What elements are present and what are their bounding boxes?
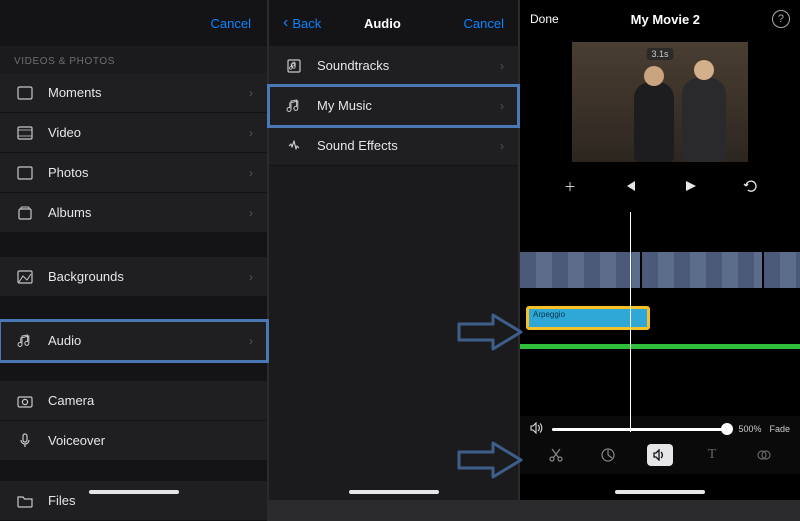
- video-preview[interactable]: 3.1s: [572, 42, 748, 162]
- chevron-right-icon: ›: [500, 99, 504, 113]
- speaker-icon: [530, 422, 544, 436]
- volume-slider[interactable]: [552, 428, 730, 431]
- backgrounds-icon: [14, 270, 36, 284]
- row-label: Backgrounds: [48, 269, 249, 284]
- playhead[interactable]: [630, 212, 631, 432]
- row-soundtracks[interactable]: Soundtracks ›: [269, 46, 518, 86]
- skip-back-button[interactable]: [616, 179, 644, 193]
- fade-button[interactable]: Fade: [769, 424, 790, 434]
- row-label: Moments: [48, 85, 249, 100]
- panel2-title: Audio: [301, 16, 463, 31]
- row-backgrounds[interactable]: Backgrounds ›: [0, 257, 267, 297]
- play-button[interactable]: [676, 179, 704, 193]
- row-label: Sound Effects: [317, 138, 500, 153]
- annotation-arrow-audio-clip: [455, 312, 525, 352]
- row-label: Photos: [48, 165, 249, 180]
- row-moments[interactable]: Moments ›: [0, 73, 267, 113]
- split-tool-icon[interactable]: [543, 444, 569, 466]
- cancel-button[interactable]: Cancel: [211, 16, 251, 31]
- microphone-icon: [14, 433, 36, 449]
- row-voiceover[interactable]: Voiceover: [0, 421, 267, 461]
- row-label: Video: [48, 125, 249, 140]
- video-track[interactable]: [520, 252, 800, 288]
- add-media-button[interactable]: ＋: [556, 178, 584, 195]
- photos-icon: [14, 166, 36, 180]
- background-audio-track[interactable]: [520, 344, 800, 349]
- video-clip[interactable]: [520, 252, 640, 288]
- moments-icon: [14, 86, 36, 100]
- row-photos[interactable]: Photos ›: [0, 153, 267, 193]
- home-indicator[interactable]: [89, 490, 179, 494]
- volume-value: 500%: [738, 424, 761, 434]
- row-label: Audio: [48, 333, 249, 348]
- video-clip[interactable]: [764, 252, 800, 288]
- chevron-right-icon: ›: [249, 126, 253, 140]
- row-label: Files: [48, 493, 253, 508]
- cancel-button[interactable]: Cancel: [464, 16, 504, 31]
- row-audio[interactable]: Audio ›: [0, 321, 267, 361]
- chevron-left-icon: ‹: [283, 14, 288, 32]
- row-albums[interactable]: Albums ›: [0, 193, 267, 233]
- row-label: Albums: [48, 205, 249, 220]
- row-label: Voiceover: [48, 433, 253, 448]
- filter-tool-icon[interactable]: [751, 444, 777, 466]
- section-header-videos-photos: Videos & Photos: [0, 46, 267, 73]
- media-picker-panel: Cancel Videos & Photos Moments › Video ›…: [0, 0, 269, 500]
- transport-bar: ＋: [520, 168, 800, 204]
- volume-tool-icon[interactable]: [647, 444, 673, 466]
- panel3-header: Done My Movie 2 ?: [520, 0, 800, 38]
- albums-icon: [14, 206, 36, 220]
- undo-button[interactable]: [736, 179, 764, 193]
- home-indicator[interactable]: [349, 490, 439, 494]
- chevron-right-icon: ›: [249, 166, 253, 180]
- row-video[interactable]: Video ›: [0, 113, 267, 153]
- video-clip[interactable]: [642, 252, 762, 288]
- chevron-right-icon: ›: [500, 59, 504, 73]
- chevron-right-icon: ›: [249, 270, 253, 284]
- audio-clip[interactable]: Arpeggio: [526, 306, 650, 330]
- audio-icon: [14, 333, 36, 349]
- row-label: Camera: [48, 393, 253, 408]
- edit-toolbar: 500% Fade T: [520, 416, 800, 474]
- home-indicator[interactable]: [615, 490, 705, 494]
- row-camera[interactable]: Camera: [0, 381, 267, 421]
- folder-icon: [14, 494, 36, 508]
- chevron-right-icon: ›: [249, 206, 253, 220]
- annotation-arrow-toolbar: [455, 440, 525, 480]
- row-my-music[interactable]: My Music ›: [269, 86, 518, 126]
- row-sound-effects[interactable]: Sound Effects ›: [269, 126, 518, 166]
- editor-panel: Done My Movie 2 ? 3.1s ＋: [520, 0, 800, 500]
- speed-tool-icon[interactable]: [595, 444, 621, 466]
- panel1-header: Cancel: [0, 0, 267, 46]
- camera-icon: [14, 394, 36, 408]
- audio-source-panel: ‹ Back Audio Cancel Soundtracks › My Mus…: [269, 0, 520, 500]
- chevron-right-icon: ›: [249, 334, 253, 348]
- row-label: My Music: [317, 98, 500, 113]
- panel2-header: ‹ Back Audio Cancel: [269, 0, 518, 46]
- preview-time-badge: 3.1s: [646, 48, 673, 60]
- soundtracks-icon: [283, 58, 305, 74]
- title-tool-icon[interactable]: T: [699, 444, 725, 466]
- project-title: My Movie 2: [631, 12, 700, 27]
- chevron-right-icon: ›: [249, 86, 253, 100]
- row-label: Soundtracks: [317, 58, 500, 73]
- video-icon: [14, 126, 36, 140]
- timeline[interactable]: Arpeggio: [520, 212, 800, 432]
- chevron-right-icon: ›: [500, 139, 504, 153]
- help-icon[interactable]: ?: [772, 10, 790, 28]
- done-button[interactable]: Done: [530, 12, 559, 26]
- audio-clip-label: Arpeggio: [533, 310, 565, 319]
- row-files[interactable]: Files: [0, 481, 267, 521]
- sound-effects-icon: [283, 138, 305, 154]
- music-note-icon: [283, 98, 305, 114]
